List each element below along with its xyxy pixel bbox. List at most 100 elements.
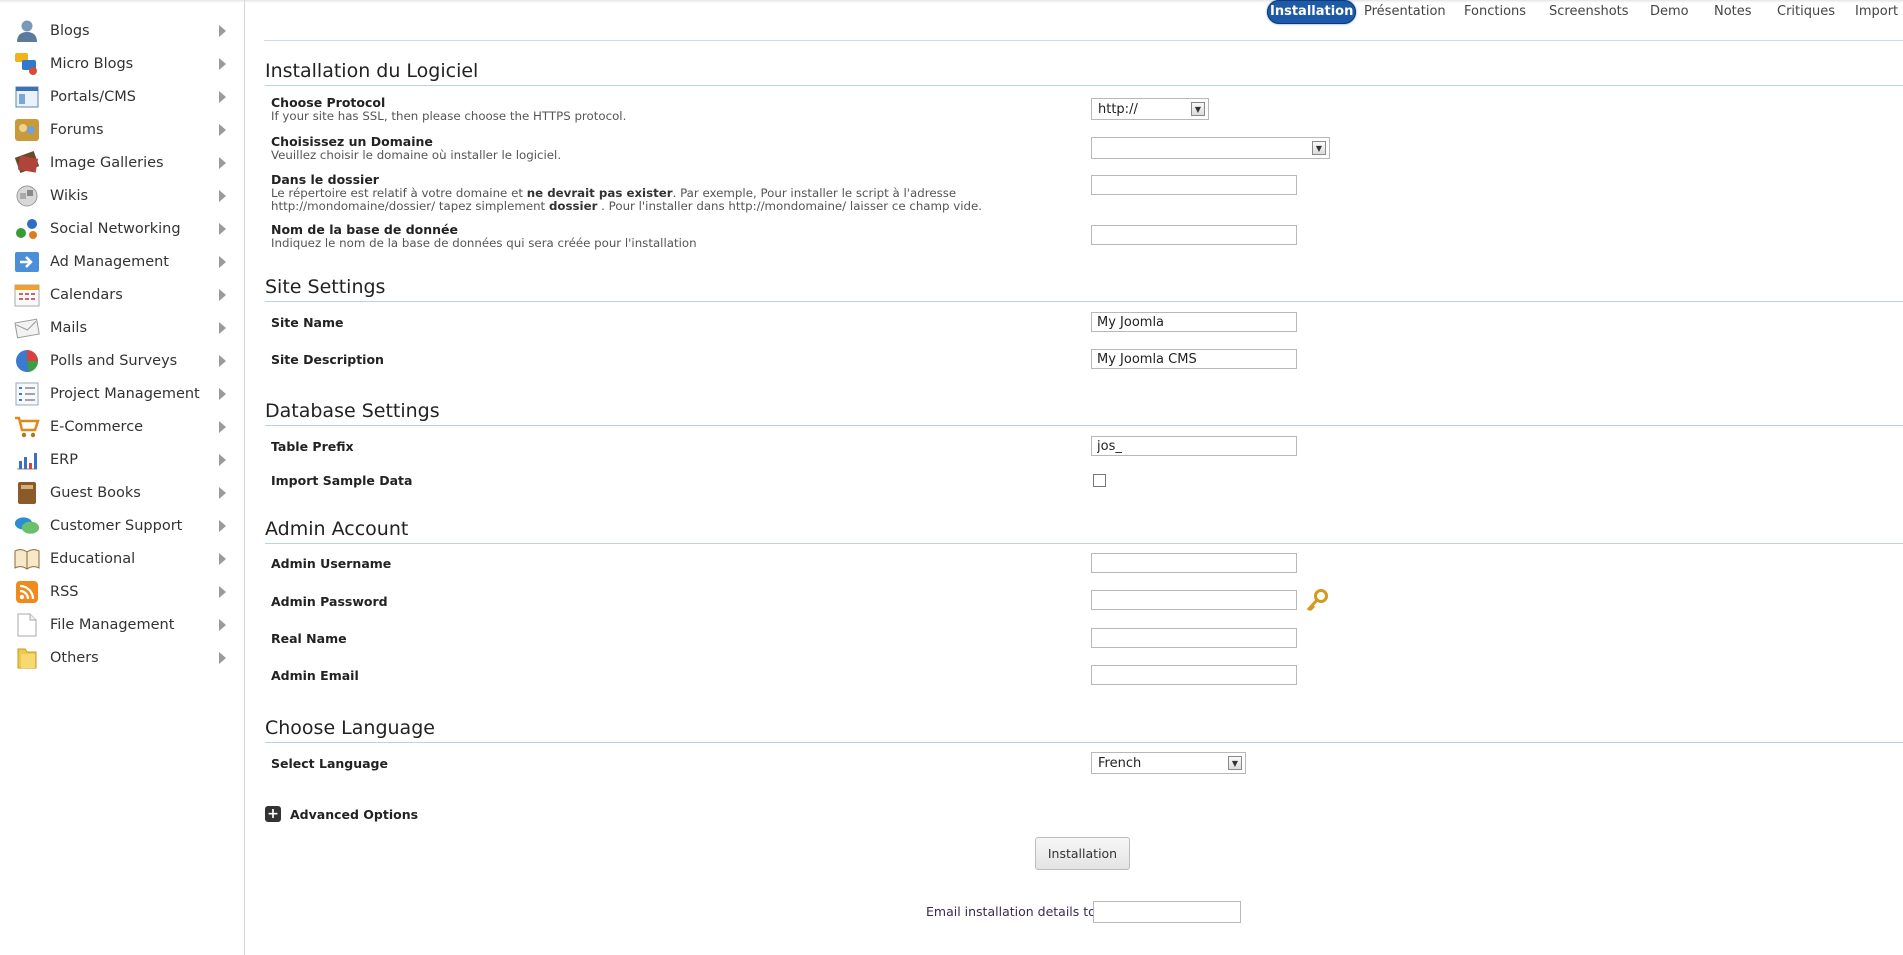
chevron-right-icon: [219, 651, 226, 664]
admin-password-input[interactable]: [1091, 590, 1297, 610]
sidebar-item-guest-books[interactable]: Guest Books: [14, 476, 230, 509]
site-description-input[interactable]: [1091, 349, 1297, 369]
section-database-settings: Database Settings: [265, 400, 1903, 426]
directory-row: Dans le dossier Le répertoire est relati…: [271, 172, 982, 213]
sidebar-item-label: Guest Books: [50, 484, 141, 501]
sidebar-item-label: Polls and Surveys: [50, 352, 178, 369]
chevron-right-icon: [219, 618, 226, 631]
sidebar-item-label: Ad Management: [50, 253, 169, 270]
open-book-icon: [14, 546, 40, 572]
sidebar-item-project-management[interactable]: Project Management: [14, 377, 230, 410]
sidebar-item-wikis[interactable]: Wikis: [14, 179, 230, 212]
checklist-icon: [14, 381, 40, 407]
sidebar-item-customer-support[interactable]: Customer Support: [14, 509, 230, 542]
pie-chart-icon: [14, 348, 40, 374]
admin-email-label: Admin Email: [271, 668, 359, 683]
section-language: Choose Language: [265, 717, 1903, 743]
email-details-label: Email installation details to :: [926, 904, 1104, 919]
sidebar-item-label: RSS: [50, 583, 79, 600]
import-sample-label: Import Sample Data: [271, 473, 413, 488]
admin-email-input[interactable]: [1091, 665, 1297, 685]
chevron-right-icon: [219, 24, 226, 37]
section-title: Choose Language: [265, 717, 1903, 743]
sidebar-item-calendars[interactable]: Calendars: [14, 278, 230, 311]
sidebar-item-mails[interactable]: Mails: [14, 311, 230, 344]
chevron-right-icon: [219, 552, 226, 565]
section-title: Installation du Logiciel: [265, 60, 1903, 86]
puzzle-icon: [14, 183, 40, 209]
tab-divider: [264, 40, 1903, 41]
real-name-label: Real Name: [271, 631, 347, 646]
domain-row: Choisissez un Domaine Veuillez choisir l…: [271, 134, 561, 162]
admin-username-input[interactable]: [1091, 553, 1297, 573]
sidebar-item-label: Portals/CMS: [50, 88, 136, 105]
tab-critiques[interactable]: Critiques: [1777, 0, 1835, 24]
sidebar-item-portals-cms[interactable]: Portals/CMS: [14, 80, 230, 113]
sidebar-item-image-galleries[interactable]: Image Galleries: [14, 146, 230, 179]
network-icon: [14, 216, 40, 242]
tab-fonctions[interactable]: Fonctions: [1464, 0, 1526, 24]
chevron-right-icon: [219, 354, 226, 367]
tab-import[interactable]: Import: [1855, 0, 1898, 24]
sidebar-item-educational[interactable]: Educational: [14, 542, 230, 575]
pictures-icon: [14, 150, 40, 176]
advanced-options-label: Advanced Options: [290, 806, 419, 822]
sidebar-item-label: Others: [50, 649, 99, 666]
sidebar-item-social-networking[interactable]: Social Networking: [14, 212, 230, 245]
sidebar-item-e-commerce[interactable]: E-Commerce: [14, 410, 230, 443]
sidebar-item-others[interactable]: Others: [14, 641, 230, 674]
sidebar-item-erp[interactable]: ERP: [14, 443, 230, 476]
sidebar-item-rss[interactable]: RSS: [14, 575, 230, 608]
chevron-right-icon: [219, 420, 226, 433]
sidebar-item-micro-blogs[interactable]: Micro Blogs: [14, 47, 230, 80]
file-icon: [14, 612, 40, 638]
import-sample-checkbox[interactable]: [1093, 474, 1106, 487]
window-icon: [14, 84, 40, 110]
tab-presentation[interactable]: Présentation: [1364, 0, 1446, 24]
rss-icon: [14, 579, 40, 605]
site-description-label: Site Description: [271, 352, 384, 367]
chevron-right-icon: [219, 519, 226, 532]
chevron-right-icon: [219, 387, 226, 400]
install-button[interactable]: Installation: [1035, 837, 1130, 870]
tab-demo[interactable]: Demo: [1650, 0, 1689, 24]
protocol-help: If your site has SSL, then please choose…: [271, 109, 627, 123]
admin-username-label: Admin Username: [271, 556, 392, 571]
table-prefix-input[interactable]: [1091, 436, 1297, 456]
sidebar-item-polls-and-surveys[interactable]: Polls and Surveys: [14, 344, 230, 377]
calendar-icon: [14, 282, 40, 308]
directory-input[interactable]: [1091, 175, 1297, 195]
chevron-right-icon: [219, 585, 226, 598]
chevron-right-icon: [219, 486, 226, 499]
people-icon: [14, 117, 40, 143]
language-select[interactable]: French ▼: [1091, 752, 1246, 774]
section-admin-account: Admin Account: [265, 518, 1903, 544]
chevron-right-icon: [219, 57, 226, 70]
sidebar-item-label: Mails: [50, 319, 88, 336]
tab-installation[interactable]: Installation: [1267, 0, 1357, 24]
sidebar-item-forums[interactable]: Forums: [14, 113, 230, 146]
section-site-settings: Site Settings: [265, 276, 1903, 302]
select-language-label: Select Language: [271, 756, 388, 771]
protocol-label: Choose Protocol: [271, 95, 386, 110]
admin-password-label: Admin Password: [271, 594, 388, 609]
database-name-input[interactable]: [1091, 225, 1297, 245]
email-details-input[interactable]: [1093, 901, 1241, 923]
site-name-input[interactable]: [1091, 312, 1297, 332]
real-name-input[interactable]: [1091, 628, 1297, 648]
key-icon[interactable]: [1305, 589, 1329, 613]
support-bubbles-icon: [14, 513, 40, 539]
sidebar-item-label: Blogs: [50, 22, 90, 39]
chevron-down-icon: ▼: [1312, 141, 1326, 155]
protocol-select[interactable]: http:// ▼: [1091, 98, 1209, 120]
domain-select[interactable]: ▼: [1091, 137, 1330, 159]
section-title: Database Settings: [265, 400, 1903, 426]
sidebar-item-ad-management[interactable]: Ad Management: [14, 245, 230, 278]
chevron-right-icon: [219, 288, 226, 301]
tab-notes[interactable]: Notes: [1714, 0, 1752, 24]
tab-screenshots[interactable]: Screenshots: [1549, 0, 1629, 24]
advanced-options-toggle[interactable]: + Advanced Options: [265, 806, 418, 822]
sidebar-item-blogs[interactable]: Blogs: [14, 14, 230, 47]
sidebar-item-file-management[interactable]: File Management: [14, 608, 230, 641]
sidebar-item-label: E-Commerce: [50, 418, 144, 435]
